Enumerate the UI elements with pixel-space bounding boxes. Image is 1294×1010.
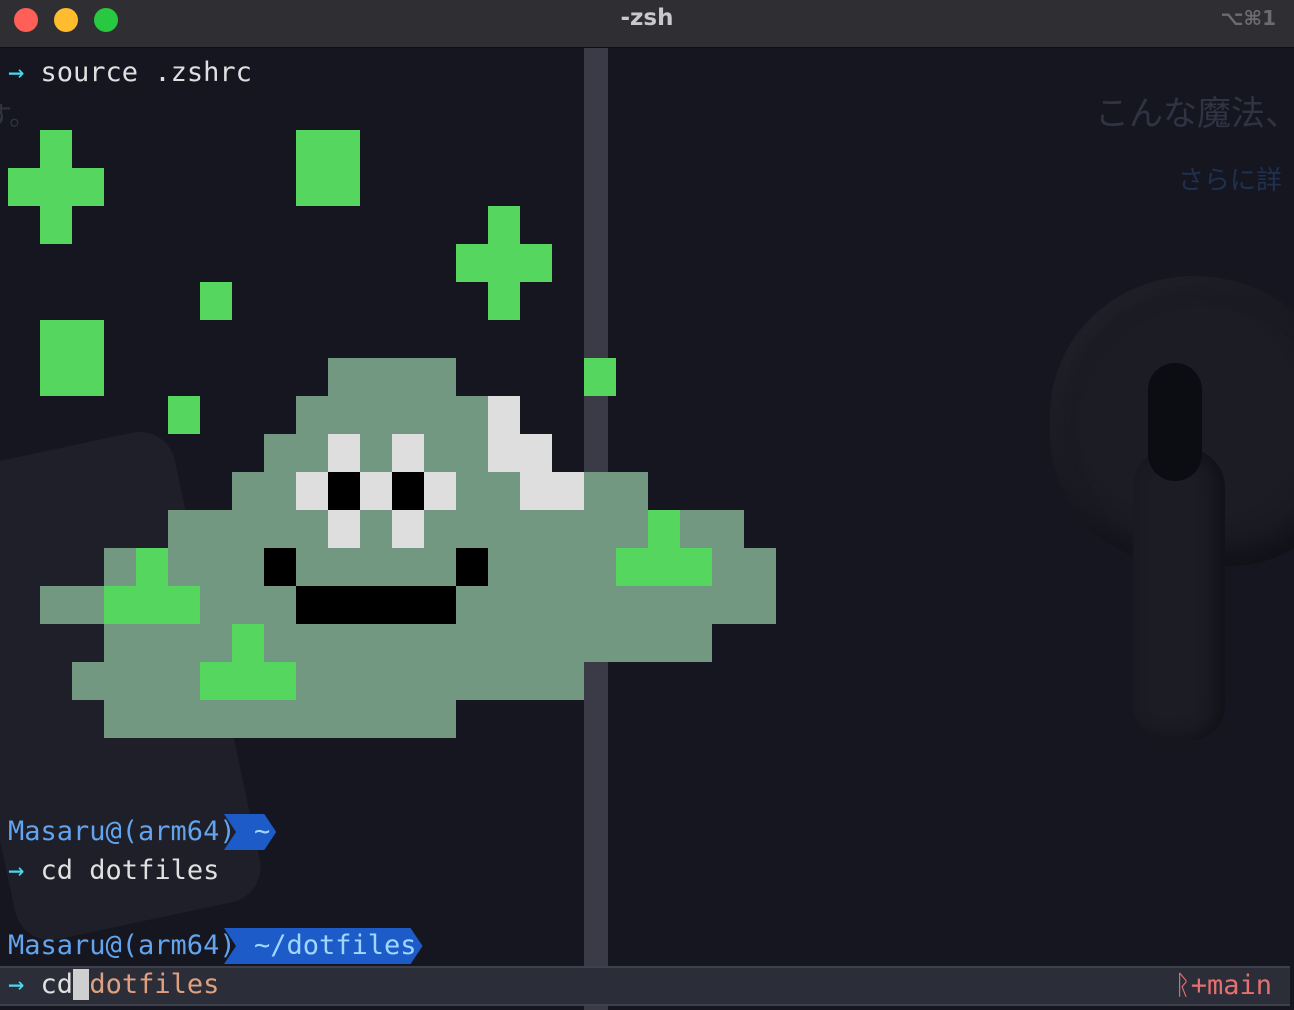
prompt-line-2: Masaru@(arm64) ~/dotfiles — [8, 928, 448, 964]
sparkle-square — [40, 320, 104, 396]
sparkle-dot — [584, 358, 616, 396]
command-argument: dotfiles — [89, 969, 220, 1000]
sparkle-square — [296, 130, 360, 206]
slime-highlight — [488, 396, 520, 434]
prompt-arrow-icon: → — [8, 57, 25, 88]
slime-mouth — [296, 586, 456, 624]
prompt-line-1: Masaru@(arm64) ~ — [8, 814, 308, 850]
background-airpod-mesh — [1148, 363, 1202, 481]
sparkle-cross-horizontal — [456, 244, 552, 282]
prompt-user-segment: Masaru@(arm64) — [8, 816, 236, 847]
sparkle-dot — [200, 282, 232, 320]
slime-spot — [648, 510, 680, 548]
background-heading-text: こんな魔法、 — [1095, 94, 1294, 134]
slime-highlight — [488, 434, 552, 472]
git-branch-indicator: ᚱ+main — [1174, 970, 1272, 1001]
text-cursor — [73, 969, 90, 1000]
prompt-arrow-icon: → — [8, 855, 25, 886]
slime-eye — [392, 510, 424, 548]
background-fragment-text: す。 — [0, 102, 36, 132]
slime-highlight — [520, 472, 584, 510]
command-text: cd dotfiles — [40, 855, 220, 886]
slime-pupil — [392, 472, 424, 510]
slime-body — [328, 358, 456, 396]
slime-body — [296, 396, 488, 434]
command-line-1: → source .zshrc — [8, 56, 252, 90]
command-input-line[interactable]: → cd dotfiles — [8, 968, 219, 1002]
slime-eye — [328, 434, 360, 472]
window-title: -zsh — [620, 5, 674, 31]
slime-body — [584, 472, 648, 510]
tab-shortcut-label: ⌥⌘1 — [1220, 6, 1276, 30]
slime-spot — [616, 548, 712, 586]
slime-eye — [328, 510, 360, 548]
slime-body — [104, 624, 712, 662]
background-link-text: さらに詳 — [1178, 166, 1283, 196]
slime-body — [104, 700, 456, 738]
slime-spot — [200, 662, 296, 700]
command-line-2: → cd dotfiles — [8, 854, 219, 888]
command-text: source .zshrc — [40, 57, 252, 88]
slime-spot — [104, 586, 200, 624]
slime-mouth — [456, 548, 488, 586]
terminal-area[interactable]: こんな魔法、 さらに詳 す。 → source .zshrc — [0, 48, 1294, 1010]
title-bar: -zsh ⌥⌘1 — [0, 0, 1294, 48]
slime-body — [72, 662, 584, 700]
slime-spot — [232, 624, 264, 662]
slime-pupil — [328, 472, 360, 510]
prompt-user-segment: Masaru@(arm64) — [8, 930, 236, 961]
slime-eye — [392, 434, 424, 472]
prompt-arrow-icon: → — [8, 969, 25, 1000]
slime-spot — [136, 548, 168, 586]
prompt-directory-segment: ~/dotfiles — [224, 928, 423, 964]
command-text: cd — [40, 969, 74, 1000]
sparkle-cross-horizontal — [8, 168, 104, 206]
sparkle-dot — [168, 396, 200, 434]
slime-mouth — [264, 548, 296, 586]
slime-body — [264, 434, 488, 472]
background-airpod-stem — [1133, 448, 1225, 740]
